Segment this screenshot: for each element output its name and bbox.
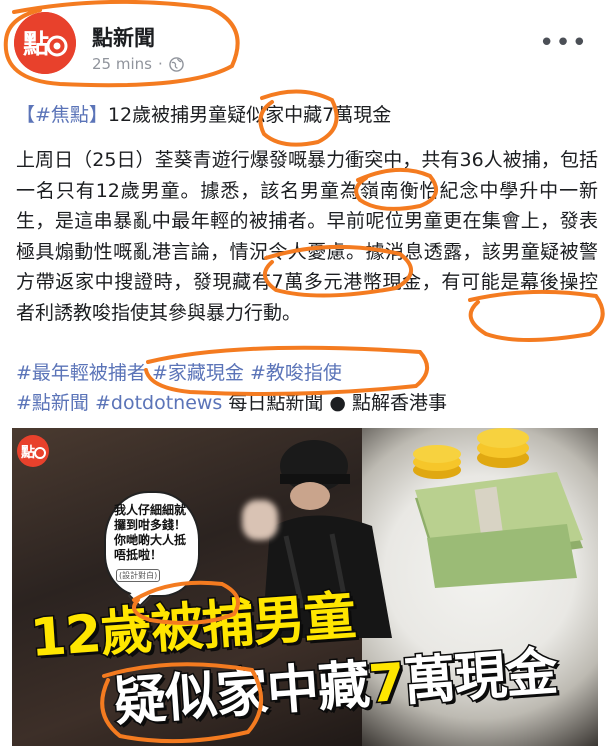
dotdot-logo: 點 [14,12,76,74]
title-tag-link[interactable]: 【#焦點】 [16,104,108,126]
post-image[interactable]: 點 我人仔細細就攞到咁多錢！你哋啲大人抵唔抵啦！ (設計對白) 12歲被捕男童 … [12,428,598,746]
title-text: 12歲被捕男童疑似家中藏7萬現金 [107,104,392,126]
post-meta: 25 mins · [92,55,184,73]
headline-end: 萬現金 [400,641,560,715]
page-avatar[interactable]: 點 [14,12,76,74]
more-options-icon[interactable]: ••• [539,30,588,56]
speech-bubble-note: (設計對白) [116,569,161,582]
hashtag-link[interactable]: #dotdotnews [95,392,222,414]
speech-bubble-text: 我人仔細細就攞到咁多錢！你哋啲大人抵唔抵啦！ [114,503,187,562]
hashtag-line-1: #最年輕被捕者 #家藏現金 #教唆指使 [16,358,596,388]
hashtag-link[interactable]: #教唆指使 [250,362,342,384]
hashtag-line-2: #點新聞 #dotdotnews 每日點新聞 ● 點解香港事 [16,388,596,418]
hashtag-link[interactable]: #最年輕被捕者 [16,362,146,384]
svg-text:點: 點 [23,30,49,60]
meta-separator: · [157,55,163,73]
post-time[interactable]: 25 mins [92,55,152,73]
svg-text:點: 點 [21,444,35,461]
hashtag-block: #最年輕被捕者 #家藏現金 #教唆指使 #點新聞 #dotdotnews 每日點… [16,358,596,418]
blurred-face [242,500,278,540]
hashtag-link[interactable]: #家藏現金 [152,362,244,384]
speech-bubble: 我人仔細細就攞到咁多錢！你哋啲大人抵唔抵啦！ (設計對白) [104,491,200,597]
dotdot-logo: 點 [16,434,50,468]
globe-icon [168,56,184,72]
headline-number: 7 [365,651,407,716]
post-header: 點 點新聞 25 mins · ••• [0,0,608,90]
page-name[interactable]: 點新聞 [92,22,155,52]
hashtag-trailer: 每日點新聞 ● 點解香港事 [222,392,448,414]
hashtag-link[interactable]: #點新聞 [16,392,89,414]
post-title: 【#焦點】12歲被捕男童疑似家中藏7萬現金 [16,100,596,130]
cash-stack-illustration [413,428,583,588]
post-body: 上周日（25日）荃葵青遊行爆發嘅暴力衝突中，共有36人被捕，包括一名只有12歲男… [16,149,598,324]
